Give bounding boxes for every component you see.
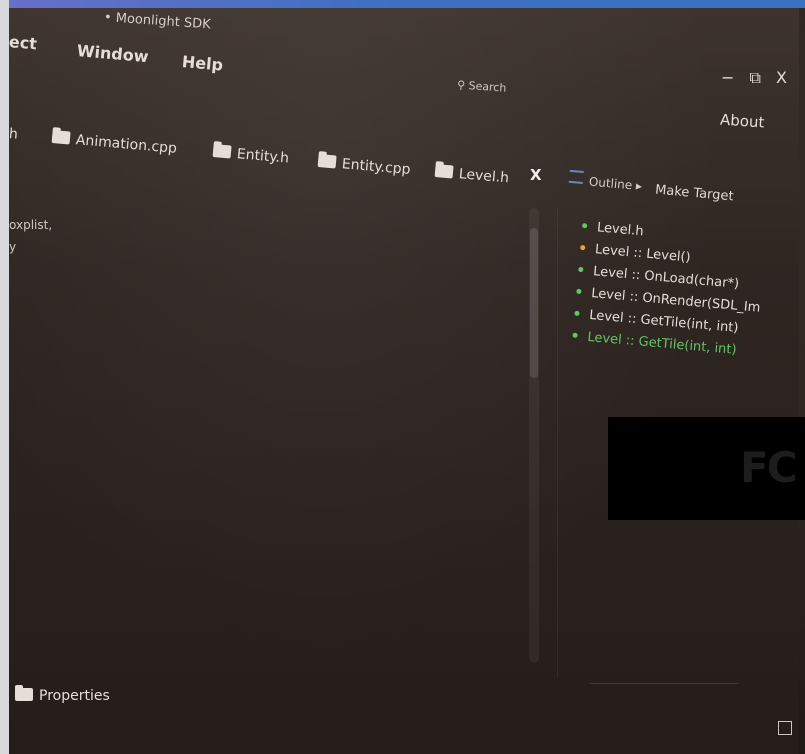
close-button[interactable]: X [776,68,787,87]
restore-button[interactable]: ⧉ [750,68,761,87]
menu-window[interactable]: Window [76,41,149,66]
bullet-icon [574,310,580,317]
photo-background: • Moonlight SDK ect Window Help ⚲ Search… [0,0,805,754]
tab-entity-cpp[interactable]: Entity.cpp [317,154,411,178]
tab-label: Entity.cpp [341,156,412,179]
tab-label: Level.h [458,166,510,187]
search-box[interactable]: ⚲ Search [457,78,507,94]
bullet-icon [581,222,588,229]
code-line: oxplist, [9,218,53,232]
code-line: y [9,240,17,254]
tab-level-h[interactable]: Level.h [434,164,510,187]
properties-panel-tab[interactable]: Properties [9,685,799,718]
properties-label: Properties [39,688,110,704]
bullet-icon [572,332,578,338]
tab-close-button[interactable]: X [530,166,542,184]
bullet-icon [576,288,582,295]
folder-icon [317,154,337,169]
tab-animation-cpp[interactable]: Animation.cpp [51,130,178,157]
tab-partial[interactable]: h [9,126,19,143]
outline-icon [568,169,584,185]
grid-icon[interactable] [778,721,792,735]
bullet-icon [578,266,584,273]
editor-tabs: h Animation.cpp Entity.h Entity.cpp Leve… [9,120,799,186]
tab-label: h [9,126,19,143]
menu-help[interactable]: Help [181,52,224,75]
search-label: Search [468,79,507,95]
laptop-screen: • Moonlight SDK ect Window Help ⚲ Search… [9,8,799,754]
tab-label: Animation.cpp [75,132,178,157]
outline-item-label: Level.h [596,220,645,240]
folder-icon [51,130,71,145]
search-icon: ⚲ [456,78,466,92]
folder-icon [434,164,454,179]
window-title: • Moonlight SDK [103,10,212,33]
menu-project[interactable]: ect [9,32,38,53]
minimize-button[interactable]: − [721,68,734,87]
folder-icon [212,144,232,159]
redaction-overlay: FC [608,417,805,520]
outline-tree: Level.h Level :: Level() Level :: OnLoad(c… [571,216,799,367]
folder-icon [15,685,33,701]
editor-scrollbar-thumb[interactable] [530,228,538,378]
overlay-text: FC [740,443,797,492]
left-bezel [0,0,9,754]
bullet-icon [580,244,586,251]
tab-label: Entity.h [236,146,290,167]
top-accent-bar [0,0,805,8]
tab-entity-h[interactable]: Entity.h [212,144,290,167]
make-target-tab[interactable]: Make Target [654,183,734,205]
outline-tab-label: Outline ▸ [588,174,643,194]
window-controls: − ⧉ X [721,68,797,88]
panel-divider [589,683,739,684]
